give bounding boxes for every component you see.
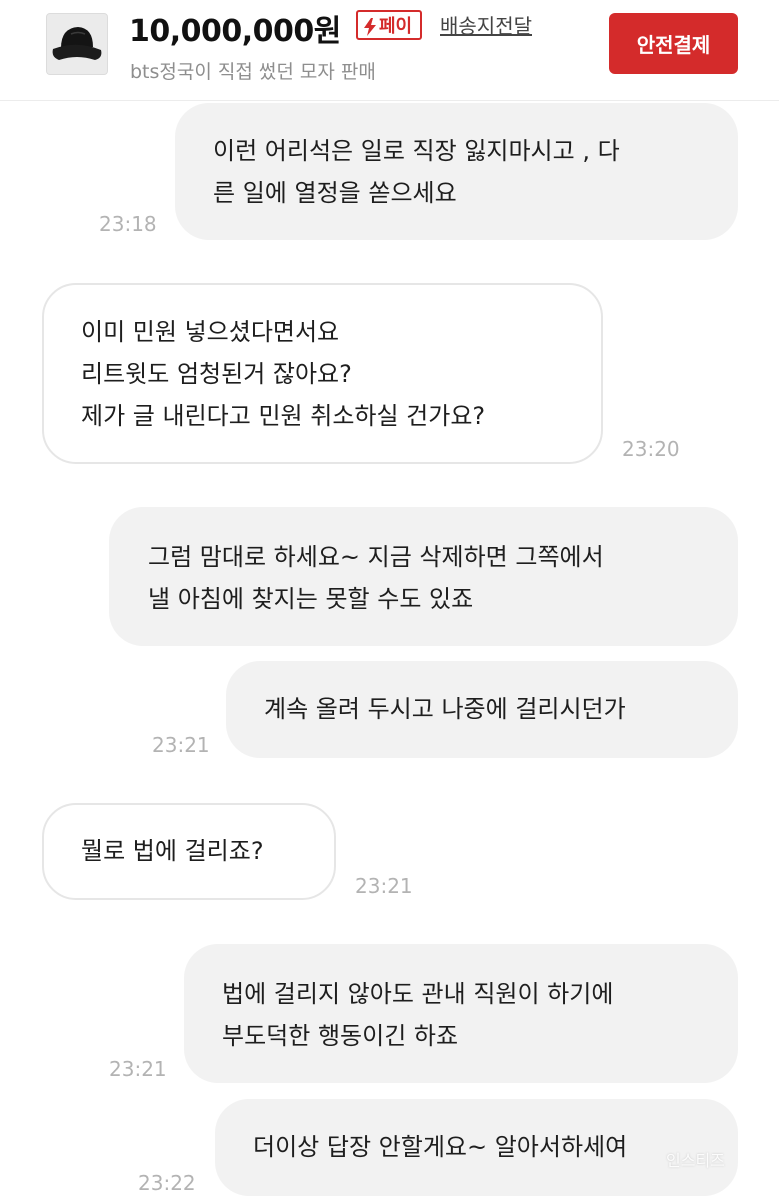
- message-text-line: 법에 걸리지 않아도 관내 직원이 하기에: [222, 980, 614, 1008]
- message-text-line: 계속 올려 두시고 나중에 걸리시던가: [264, 695, 626, 723]
- message-timestamp: 23:21: [109, 1057, 167, 1081]
- message-timestamp: 23:22: [138, 1171, 196, 1195]
- message-text-line: 이미 민원 넣으셨다면서요: [81, 318, 340, 346]
- message-bubble-received: 이미 민원 넣으셨다면서요 리트윗도 엄청된거 잖아요? 제가 글 내린다고 민…: [42, 283, 603, 464]
- message-text-line: 그럼 맘대로 하세요~ 지금 삭제하면 그쪽에서: [148, 543, 604, 571]
- pay-badge-label: 페이: [379, 16, 413, 37]
- message-text-line: 낼 아침에 찾지는 못할 수도 있죠: [148, 585, 474, 613]
- message-text-line: 리트윗도 엄청된거 잖아요?: [81, 360, 352, 388]
- message-bubble-sent: 법에 걸리지 않아도 관내 직원이 하기에 부도덕한 행동이긴 하죠: [184, 944, 738, 1083]
- message-text-line: 부도덕한 행동이긴 하죠: [222, 1022, 459, 1050]
- site-watermark: 인스티즈: [666, 1151, 725, 1170]
- message-bubble-sent: 계속 올려 두시고 나중에 걸리시던가: [226, 661, 738, 758]
- message-bubble-sent: 그럼 맘대로 하세요~ 지금 삭제하면 그쪽에서 낼 아침에 찾지는 못할 수도…: [109, 507, 738, 646]
- message-bubble-received: 뭘로 법에 걸리죠?: [42, 803, 336, 900]
- product-price: 10,000,000원: [129, 14, 341, 49]
- message-bubble-sent: 이런 어리석은 일로 직장 잃지마시고 , 다 른 일에 열정을 쏟으세요: [175, 103, 738, 240]
- product-title: bts정국이 직접 썼던 모자 판매: [130, 61, 376, 83]
- message-timestamp: 23:21: [355, 874, 413, 898]
- pay-badge: 페이: [356, 10, 423, 40]
- message-timestamp: 23:21: [152, 733, 210, 757]
- product-thumbnail[interactable]: [46, 13, 108, 75]
- lightning-icon: [363, 18, 377, 36]
- shipping-address-link[interactable]: 배송지전달: [440, 10, 532, 39]
- message-timestamp: 23:18: [99, 212, 157, 236]
- message-text-line: 제가 글 내린다고 민원 취소하실 건가요?: [81, 402, 486, 430]
- message-text-line: 이런 어리석은 일로 직장 잃지마시고 , 다: [213, 137, 620, 165]
- bucket-hat-image: [47, 14, 107, 74]
- message-text-line: 른 일에 열정을 쏟으세요: [213, 179, 457, 207]
- safe-pay-button[interactable]: 안전결제: [609, 13, 738, 74]
- chat-product-header: 10,000,000원 페이 배송지전달 bts정국이 직접 썼던 모자 판매 …: [0, 0, 779, 101]
- message-timestamp: 23:20: [622, 437, 680, 461]
- message-text-line: 뭘로 법에 걸리죠?: [81, 837, 264, 865]
- message-bubble-sent: 더이상 답장 안할게요~ 알아서하세여: [215, 1099, 738, 1196]
